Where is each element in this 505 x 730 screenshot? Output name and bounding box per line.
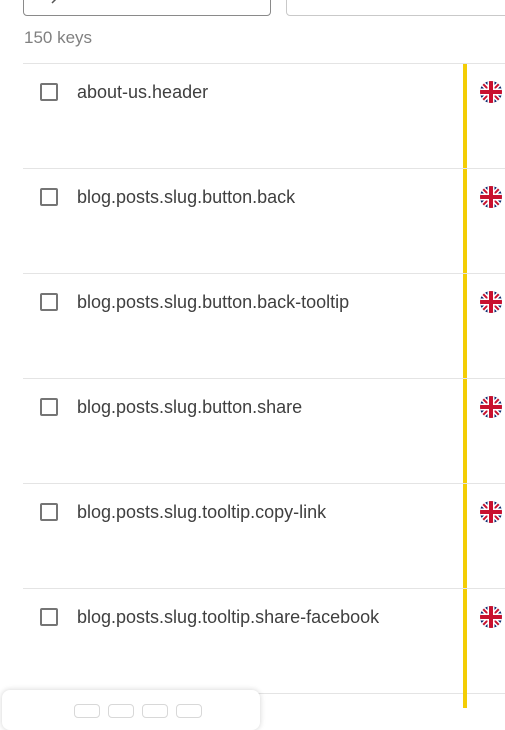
translation-state-bar (463, 484, 467, 588)
translation-state-bar (463, 589, 467, 693)
filter-dropdown[interactable] (286, 0, 505, 16)
key-row[interactable]: blog.posts.slug.button.back-tooltip (23, 273, 505, 378)
translation-state-bar (463, 64, 467, 168)
key-name[interactable]: blog.posts.slug.button.back (77, 185, 295, 209)
translation-state-bar (463, 693, 467, 708)
uk-flag-icon[interactable] (479, 500, 503, 524)
translation-state-bar (463, 274, 467, 378)
key-name[interactable]: blog.posts.slug.tooltip.share-facebook (77, 605, 379, 629)
key-row[interactable]: blog.posts.slug.button.back (23, 168, 505, 273)
key-name[interactable]: about-us.header (77, 80, 208, 104)
toolbar-button[interactable] (108, 704, 134, 718)
uk-flag-icon[interactable] (479, 290, 503, 314)
row-checkbox[interactable] (40, 608, 58, 626)
row-checkbox[interactable] (40, 503, 58, 521)
key-name[interactable]: blog.posts.slug.button.back-tooltip (77, 290, 349, 314)
toolbar-button[interactable] (176, 704, 202, 718)
translation-state-bar (463, 169, 467, 273)
key-count-label: 150 keys (24, 28, 93, 47)
search-icon (51, 0, 57, 4)
search-input[interactable] (23, 0, 271, 16)
key-row[interactable]: blog.posts.slug.tooltip.copy-link (23, 483, 505, 588)
key-name[interactable]: blog.posts.slug.button.share (77, 395, 302, 419)
floating-toolbar (2, 690, 260, 730)
row-checkbox[interactable] (40, 293, 58, 311)
toolbar-button[interactable] (74, 704, 100, 718)
uk-flag-icon[interactable] (479, 395, 503, 419)
key-row[interactable]: about-us.header (23, 63, 505, 168)
key-list: about-us.header blog.posts.slug.button.b… (23, 63, 505, 693)
uk-flag-icon[interactable] (479, 605, 503, 629)
key-row[interactable]: blog.posts.slug.tooltip.share-facebook (23, 588, 505, 693)
uk-flag-icon[interactable] (479, 80, 503, 104)
key-row[interactable]: blog.posts.slug.button.share (23, 378, 505, 483)
row-checkbox[interactable] (40, 188, 58, 206)
row-checkbox[interactable] (40, 83, 58, 101)
row-checkbox[interactable] (40, 398, 58, 416)
uk-flag-icon[interactable] (479, 185, 503, 209)
translation-state-bar (463, 379, 467, 483)
key-name[interactable]: blog.posts.slug.tooltip.copy-link (77, 500, 326, 524)
toolbar-button[interactable] (142, 704, 168, 718)
